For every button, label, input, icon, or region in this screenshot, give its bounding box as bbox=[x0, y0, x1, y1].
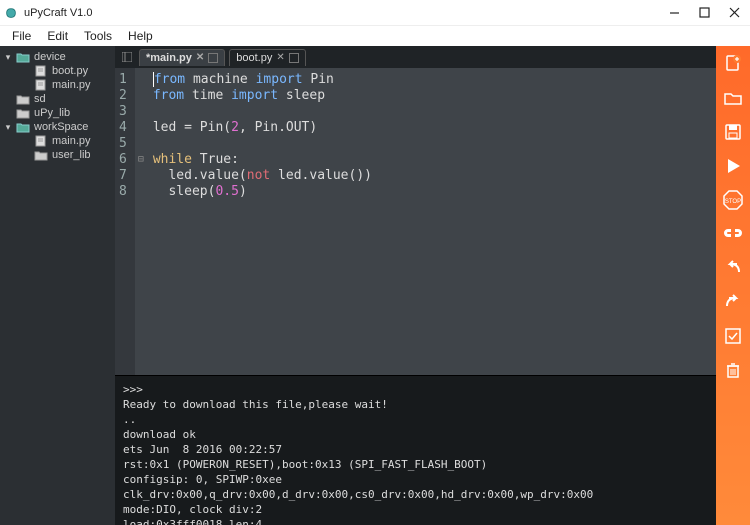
fold-column: ⊟ bbox=[135, 68, 147, 375]
titlebar: uPyCraft V1.0 bbox=[0, 0, 750, 26]
menu-tools[interactable]: Tools bbox=[76, 27, 120, 45]
line-gutter: 12345678 bbox=[115, 68, 135, 375]
save-button[interactable] bbox=[721, 120, 745, 144]
dock-icon[interactable] bbox=[121, 51, 133, 63]
tree-file[interactable]: main.py bbox=[0, 78, 115, 92]
stop-button[interactable]: STOP bbox=[721, 188, 745, 212]
right-toolbar: STOP bbox=[716, 46, 750, 525]
syntax-check-button[interactable] bbox=[721, 324, 745, 348]
clear-button[interactable] bbox=[721, 358, 745, 382]
connect-button[interactable] bbox=[721, 222, 745, 246]
new-file-button[interactable] bbox=[721, 52, 745, 76]
tab[interactable]: boot.py✕ bbox=[229, 49, 305, 66]
minimize-button[interactable] bbox=[668, 7, 680, 19]
svg-text:STOP: STOP bbox=[725, 199, 741, 205]
menu-edit[interactable]: Edit bbox=[39, 27, 76, 45]
tree-folder[interactable]: uPy_lib bbox=[0, 106, 115, 120]
menu-file[interactable]: File bbox=[4, 27, 39, 45]
close-icon[interactable]: ✕ bbox=[196, 52, 204, 63]
open-file-button[interactable] bbox=[721, 86, 745, 110]
menu-help[interactable]: Help bbox=[120, 27, 161, 45]
code-editor[interactable]: 12345678 ⊟ from machine import Pinfrom t… bbox=[115, 68, 716, 375]
undo-button[interactable] bbox=[721, 256, 745, 280]
tab-bar: *main.py✕boot.py✕ bbox=[115, 46, 716, 68]
file-tree: ▾deviceboot.pymain.pysduPy_lib▾workSpace… bbox=[0, 46, 115, 525]
tree-folder[interactable]: sd bbox=[0, 92, 115, 106]
tree-folder[interactable]: ▾workSpace bbox=[0, 120, 115, 134]
window-title: uPyCraft V1.0 bbox=[24, 7, 668, 19]
app-logo-icon bbox=[4, 6, 18, 20]
serial-console[interactable]: >>>Ready to download this file,please wa… bbox=[115, 375, 716, 525]
menubar: File Edit Tools Help bbox=[0, 26, 750, 46]
close-icon[interactable]: ✕ bbox=[276, 52, 284, 63]
tree-file[interactable]: main.py bbox=[0, 134, 115, 148]
maximize-button[interactable] bbox=[698, 7, 710, 19]
tree-file[interactable]: boot.py bbox=[0, 64, 115, 78]
tree-folder[interactable]: user_lib bbox=[0, 148, 115, 162]
tab[interactable]: *main.py✕ bbox=[139, 49, 225, 66]
redo-button[interactable] bbox=[721, 290, 745, 314]
tree-folder[interactable]: ▾device bbox=[0, 50, 115, 64]
run-button[interactable] bbox=[721, 154, 745, 178]
close-button[interactable] bbox=[728, 7, 740, 19]
